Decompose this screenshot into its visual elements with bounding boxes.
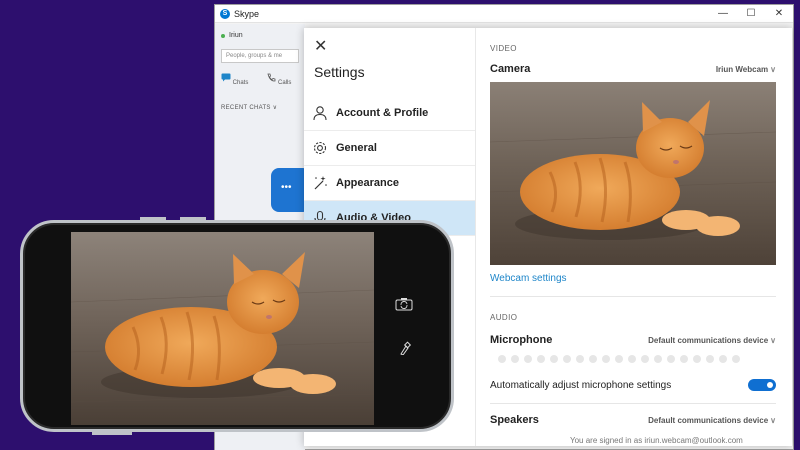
maximize-button[interactable]: ☐ <box>737 8 765 19</box>
auto-adjust-toggle[interactable] <box>748 379 776 391</box>
camera-row: Camera Iriun Webcam ∨ <box>490 63 776 75</box>
mic-level-dot <box>641 355 649 363</box>
left-nav: Chats Calls <box>215 65 305 86</box>
speakers-label: Speakers <box>490 414 539 426</box>
settings-item-label: Appearance <box>336 177 399 189</box>
camera-select[interactable]: Iriun Webcam ∨ <box>716 65 776 74</box>
person-icon <box>313 106 327 121</box>
audio-section-header: AUDIO <box>490 313 518 322</box>
skype-logo-icon: S <box>220 8 230 19</box>
mic-level-dot <box>589 355 597 363</box>
flashlight-icon[interactable] <box>395 341 413 355</box>
search-input[interactable]: People, groups & me <box>221 49 299 63</box>
video-section-header: VIDEO <box>490 44 517 53</box>
settings-item-account[interactable]: Account & Profile <box>304 96 475 131</box>
close-window-button[interactable]: ✕ <box>765 8 793 19</box>
speakers-row: Speakers Default communications device ∨ <box>490 414 776 426</box>
phone-side-button <box>180 217 206 220</box>
nav-chats-label: Chats <box>232 80 249 86</box>
settings-item-label: General <box>336 142 377 154</box>
title-bar: S Skype — ☐ ✕ <box>215 5 793 23</box>
minimize-button[interactable]: — <box>709 8 737 19</box>
switch-camera-icon[interactable] <box>395 297 413 311</box>
chevron-down-icon: ∨ <box>770 64 776 74</box>
mic-level-dot <box>550 355 558 363</box>
camera-select-value: Iriun Webcam <box>715 64 769 74</box>
mic-level-dot <box>498 355 506 363</box>
mic-level-dot <box>537 355 545 363</box>
recent-chats-header[interactable]: RECENT CHATS ∨ <box>215 86 305 111</box>
speakers-select-value: Default communications device <box>648 415 769 425</box>
webcam-settings-link[interactable]: Webcam settings <box>490 273 776 284</box>
status-dot <box>221 33 225 38</box>
nav-calls[interactable]: Calls <box>266 73 291 86</box>
phone-side-button <box>92 432 132 435</box>
phone-icon <box>267 73 276 82</box>
chat-icon <box>221 73 231 82</box>
chevron-down-icon: ∨ <box>770 415 776 425</box>
mic-level-dot <box>576 355 584 363</box>
section-divider <box>490 296 776 297</box>
settings-content: VIDEO Camera Iriun Webcam ∨ Webcam setti… <box>476 28 792 446</box>
mic-level-dot <box>602 355 610 363</box>
auto-adjust-row: Automatically adjust microphone settings <box>490 379 776 391</box>
phone-camera-view <box>71 232 374 425</box>
microphone-select[interactable]: Default communications device ∨ <box>648 336 776 345</box>
mic-level-dot <box>615 355 623 363</box>
speakers-select[interactable]: Default communications device ∨ <box>648 416 776 425</box>
close-icon[interactable]: ✕ <box>304 28 475 56</box>
mic-level-dot <box>680 355 688 363</box>
mic-level-dot <box>732 355 740 363</box>
wand-icon <box>314 176 327 190</box>
mic-level-dot <box>667 355 675 363</box>
camera-preview <box>490 82 776 265</box>
nav-calls-label: Calls <box>278 80 292 86</box>
camera-label: Camera <box>490 63 531 75</box>
microphone-label: Microphone <box>490 334 553 346</box>
gear-icon <box>313 141 327 155</box>
mic-level-dot <box>706 355 714 363</box>
mic-level-dot <box>719 355 727 363</box>
mic-level-dot <box>524 355 532 363</box>
mic-level-dot <box>511 355 519 363</box>
phone-side-button <box>140 217 166 220</box>
chat-bubble-illustration <box>271 168 307 212</box>
auto-adjust-label: Automatically adjust microphone settings <box>490 379 672 391</box>
mic-level-dot <box>628 355 636 363</box>
microphone-row: Microphone Default communications device… <box>490 334 776 346</box>
signed-in-text: You are signed in as iriun.webcam@outloo… <box>570 436 743 445</box>
cat-photo <box>490 82 776 265</box>
settings-item-appearance[interactable]: Appearance <box>304 166 475 201</box>
user-name: Iriun <box>229 32 243 39</box>
profile[interactable]: Iriun <box>215 24 305 47</box>
settings-title: Settings <box>314 64 365 80</box>
mic-level-dot <box>563 355 571 363</box>
mic-level-dot <box>693 355 701 363</box>
mic-level-dot <box>654 355 662 363</box>
settings-item-label: Account & Profile <box>336 107 429 119</box>
cat-photo <box>71 232 374 425</box>
phone-frame <box>20 220 454 432</box>
chevron-down-icon: ∨ <box>770 335 776 345</box>
nav-chats[interactable]: Chats <box>221 73 248 86</box>
microphone-select-value: Default communications device <box>648 335 769 345</box>
mic-level-meter <box>490 355 776 363</box>
section-divider <box>490 403 776 404</box>
window-title: Skype <box>234 8 260 19</box>
settings-item-general[interactable]: General <box>304 131 475 166</box>
